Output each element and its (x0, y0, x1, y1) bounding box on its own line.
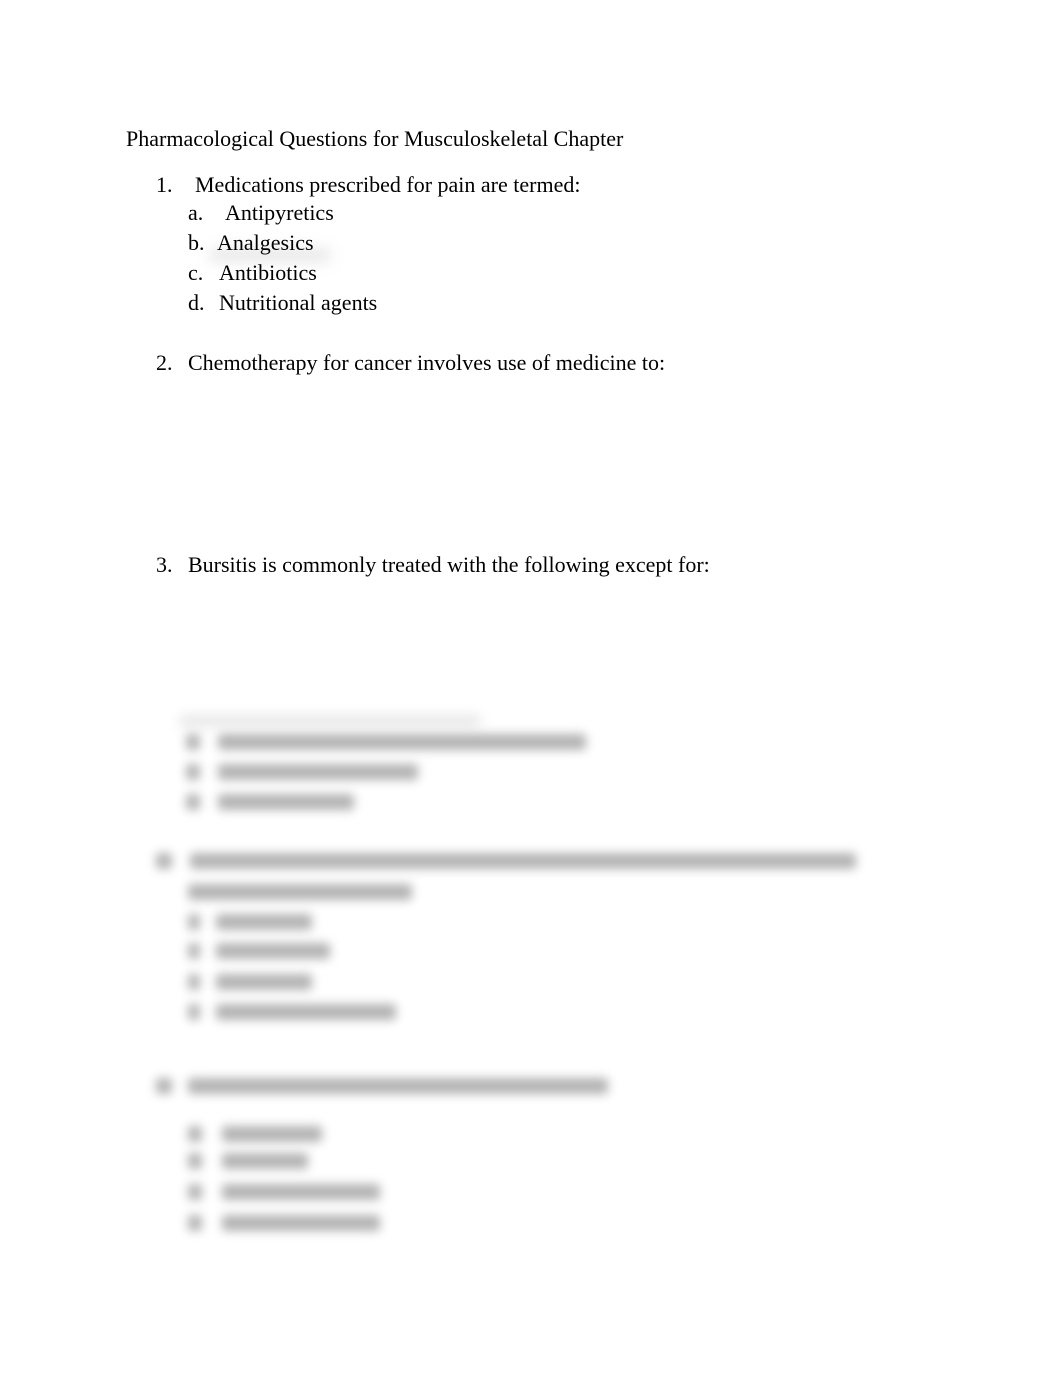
blurred-line (156, 853, 172, 869)
blurred-line (216, 1004, 396, 1020)
blurred-line (186, 794, 200, 810)
question-number: 1. (156, 172, 173, 197)
option-letter: b. (188, 230, 205, 255)
option-letter: c. (188, 260, 204, 285)
page-title: Pharmacological Questions for Musculoske… (126, 126, 624, 151)
blurred-line (218, 734, 586, 750)
blurred-line (188, 974, 200, 990)
option-text: Antipyretics (225, 200, 334, 225)
blurred-line (156, 1078, 172, 1094)
blurred-line (188, 1004, 200, 1020)
blurred-line (188, 1215, 202, 1231)
blurred-line (222, 1215, 380, 1231)
blurred-content (0, 0, 1062, 1377)
blurred-line (218, 764, 418, 780)
blurred-line (188, 884, 412, 900)
blurred-line (188, 914, 200, 930)
blurred-line (216, 974, 312, 990)
question-text: Bursitis is commonly treated with the fo… (188, 552, 710, 577)
blurred-line (188, 1184, 202, 1200)
blur-edge (180, 716, 480, 726)
blurred-line (188, 943, 200, 959)
blurred-line (216, 914, 312, 930)
blurred-line (190, 853, 856, 869)
blurred-line (188, 1078, 608, 1094)
option-letter: d. (188, 290, 205, 315)
blurred-line (186, 764, 200, 780)
option-text: Analgesics (217, 230, 314, 255)
blurred-line (186, 734, 200, 750)
question-number: 3. (156, 552, 173, 577)
blurred-line (222, 1126, 322, 1142)
option-letter: a. (188, 200, 204, 225)
question-number: 2. (156, 350, 173, 375)
option-text: Nutritional agents (219, 290, 378, 315)
option-text: Antibiotics (219, 260, 317, 285)
blurred-line (216, 943, 330, 959)
blurred-line (222, 1184, 380, 1200)
blurred-line (222, 1153, 308, 1169)
question-text: Chemotherapy for cancer involves use of … (188, 350, 666, 375)
blurred-line (218, 794, 354, 810)
question-text: Medications prescribed for pain are term… (195, 172, 581, 197)
blurred-line (188, 1153, 202, 1169)
blurred-line (188, 1126, 202, 1142)
